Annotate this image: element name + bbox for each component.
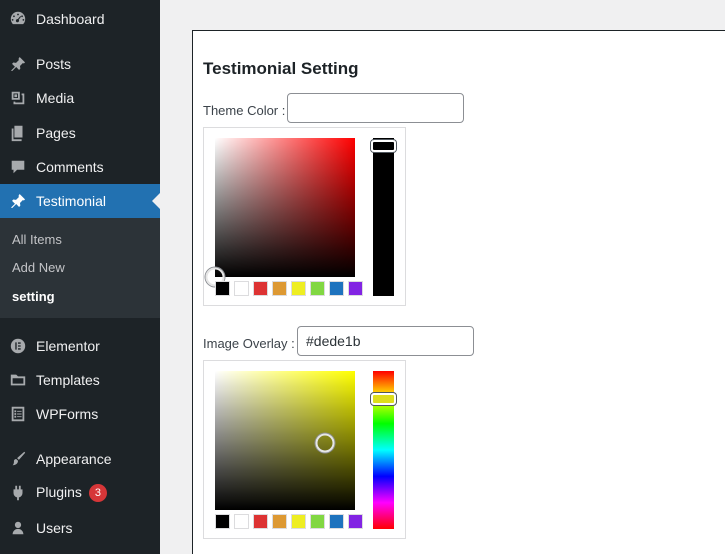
plugin-icon [8,483,28,503]
paintbrush-icon [8,449,28,469]
settings-panel: Testimonial Setting Theme Color : Image … [192,30,725,554]
submenu-item-all-items[interactable]: All Items [12,232,62,247]
lightness-slider[interactable] [371,138,396,296]
submenu-item-setting[interactable]: setting [12,289,55,304]
menu-item-pages[interactable]: Pages [0,116,160,150]
color-swatch[interactable] [272,281,287,296]
color-swatch[interactable] [329,281,344,296]
theme-color-label: Theme Color : [203,103,286,118]
user-icon [8,518,28,538]
pushpin-icon [8,54,28,74]
color-swatch[interactable] [329,514,344,529]
menu-label: Comments [36,159,104,175]
update-count-badge: 3 [88,484,107,502]
menu-item-wpforms[interactable]: WPForms [0,397,160,431]
menu-label: Media [36,90,75,106]
color-swatch[interactable] [348,281,363,296]
color-swatch[interactable] [253,281,268,296]
slider-handle[interactable] [371,140,396,152]
color-palette [215,514,363,529]
color-swatch[interactable] [253,514,268,529]
menu-label: Appearance [36,451,112,467]
image-overlay-input[interactable] [297,326,474,356]
media-icon [8,88,28,108]
color-swatch[interactable] [348,514,363,529]
menu-item-dashboard[interactable]: Dashboard [0,2,160,36]
color-swatch[interactable] [215,281,230,296]
theme-color-input[interactable] [287,93,464,123]
slider-handle[interactable] [371,393,396,405]
menu-item-templates[interactable]: Templates [0,363,160,397]
page-title: Testimonial Setting [203,59,359,78]
color-swatch[interactable] [234,514,249,529]
admin-sidebar: Dashboard Posts Media Pages Comments Tes… [0,0,160,554]
color-swatch[interactable] [291,514,306,529]
menu-item-posts[interactable]: Posts [0,47,160,81]
theme-color-picker [203,127,406,306]
folder-icon [8,370,28,390]
menu-label: Users [36,520,73,536]
dashboard-icon [8,9,28,29]
menu-label: Templates [36,372,100,388]
testimonial-submenu: All Items Add New setting [0,218,160,318]
menu-item-appearance[interactable]: Appearance [0,442,160,476]
menu-item-comments[interactable]: Comments [0,150,160,184]
pages-icon [8,123,28,143]
hue-slider[interactable] [371,371,396,529]
elementor-icon [8,336,28,356]
menu-label: Pages [36,125,76,141]
menu-label: Testimonial [36,193,107,209]
menu-item-media[interactable]: Media [0,81,160,115]
image-overlay-label: Image Overlay : [203,336,295,351]
color-swatch[interactable] [310,514,325,529]
color-handle[interactable] [315,433,335,453]
color-swatch[interactable] [215,514,230,529]
menu-item-elementor[interactable]: Elementor [0,329,160,363]
menu-label: Elementor [36,338,100,354]
menu-label: Posts [36,56,72,72]
submenu-item-add-new[interactable]: Add New [12,260,65,275]
menu-label: WPForms [36,406,99,422]
color-palette [215,281,363,296]
color-swatch[interactable] [291,281,306,296]
menu-item-users[interactable]: Users [0,511,160,545]
color-swatch[interactable] [272,514,287,529]
saturation-square[interactable] [215,138,355,277]
image-overlay-picker [203,360,406,539]
menu-label: Dashboard [36,11,105,27]
menu-label: Plugins 3 [36,484,107,502]
comment-icon [8,157,28,177]
menu-item-plugins[interactable]: Plugins 3 [0,476,160,510]
color-swatch[interactable] [234,281,249,296]
wpforms-icon [8,404,28,424]
pushpin-icon [8,191,28,211]
menu-item-testimonial[interactable]: Testimonial [0,184,160,218]
color-swatch[interactable] [310,281,325,296]
